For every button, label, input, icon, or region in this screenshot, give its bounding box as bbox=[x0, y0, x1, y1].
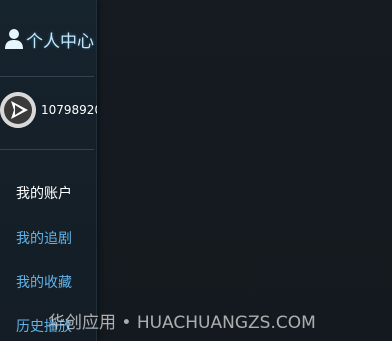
watermark-text: 华创应用 • HUACHUANGZS.COM bbox=[48, 313, 316, 333]
sidebar: 个人中心 10798920 我的账户 我的追剧 我的收藏 历史播放 bbox=[0, 0, 97, 341]
content-panel bbox=[97, 0, 392, 341]
play-logo-icon bbox=[0, 92, 36, 128]
profile-divider bbox=[0, 149, 94, 150]
user-profile-row[interactable]: 10798920 bbox=[0, 90, 97, 130]
avatar[interactable] bbox=[0, 92, 36, 128]
menu-item-my-following[interactable]: 我的追剧 bbox=[16, 228, 72, 248]
user-id: 10798920 bbox=[41, 103, 97, 117]
sidebar-header: 个人中心 bbox=[4, 26, 94, 52]
menu-item-my-account[interactable]: 我的账户 bbox=[16, 183, 72, 203]
user-icon bbox=[4, 28, 24, 50]
app-window: 个人中心 10798920 我的账户 我的追剧 我的收藏 历史播放 华创应用 •… bbox=[0, 0, 392, 341]
page-title: 个人中心 bbox=[26, 31, 94, 52]
menu-item-my-favorites[interactable]: 我的收藏 bbox=[16, 272, 72, 292]
header-divider bbox=[0, 76, 94, 77]
